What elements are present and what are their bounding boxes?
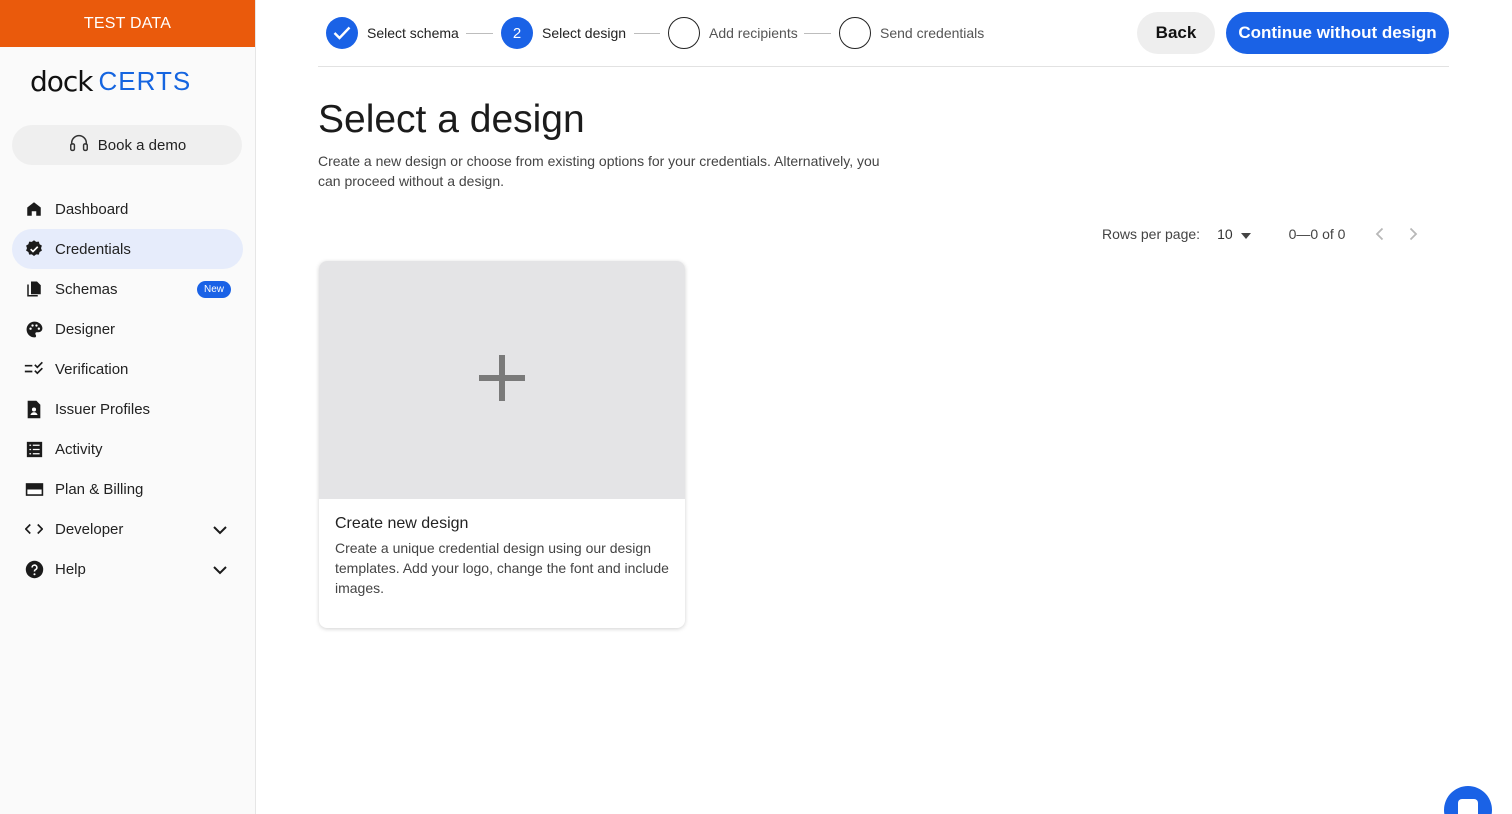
sidebar-item-credentials[interactable]: Credentials [12, 229, 243, 269]
page-title: Select a design [318, 98, 585, 141]
step-connector [466, 33, 493, 34]
sidebar-item-dashboard[interactable]: Dashboard [12, 189, 243, 229]
step-select-design[interactable]: 2 Select design [501, 17, 626, 49]
sidebar-item-label: Schemas [55, 280, 118, 298]
logo-certs-text: CERTS [98, 65, 192, 96]
page-subtitle: Create a new design or choose from exist… [318, 153, 880, 189]
sidebar-item-issuer-profiles[interactable]: Issuer Profiles [12, 389, 243, 429]
sidebar-item-label: Dashboard [55, 200, 129, 218]
back-button[interactable]: Back [1137, 12, 1215, 54]
create-new-design-card[interactable]: Create new design Create a unique creden… [319, 261, 685, 628]
sidebar-item-verification[interactable]: Verification [12, 349, 243, 389]
stepper-header: Select schema 2 Select design Add recipi… [318, 0, 1449, 67]
checklist-icon [24, 359, 44, 379]
help-icon [24, 559, 44, 579]
headset-icon [68, 132, 90, 158]
sidebar-nav: Dashboard Credentials Schemas New Design… [0, 189, 255, 589]
previous-page-icon[interactable] [1375, 227, 1384, 241]
rows-per-page-value: 10 [1217, 226, 1233, 242]
check-icon [326, 17, 358, 49]
step-label: Send credentials [880, 25, 985, 41]
chevron-down-icon[interactable] [213, 522, 227, 539]
caret-down-icon [1240, 226, 1251, 242]
list-icon [24, 439, 44, 459]
chat-button[interactable] [1444, 786, 1492, 814]
credit-card-icon [24, 479, 44, 499]
contact-document-icon [24, 399, 44, 419]
step-label: Select design [542, 25, 627, 41]
card-description: Create a unique credential design using … [335, 540, 669, 596]
step-number: 2 [501, 17, 533, 49]
step-label: Select schema [367, 25, 459, 41]
sidebar-item-label: Verification [55, 360, 129, 378]
step-send-credentials[interactable]: Send credentials [839, 17, 984, 49]
step-add-recipients[interactable]: Add recipients [668, 17, 798, 49]
dock-certs-logo[interactable]: dock CERTS [0, 47, 255, 115]
sidebar-item-activity[interactable]: Activity [12, 429, 243, 469]
sidebar-item-label: Credentials [55, 240, 131, 258]
chat-icon [1457, 798, 1479, 814]
sidebar-item-help[interactable]: Help [12, 549, 243, 589]
book-demo-label: Book a demo [97, 136, 187, 154]
empty-circle-icon [839, 17, 871, 49]
book-demo-button[interactable]: Book a demo [12, 125, 242, 165]
card-thumbnail [319, 261, 685, 499]
logo-dock-text: dock [30, 64, 94, 98]
documents-icon [24, 279, 44, 299]
plus-icon [477, 353, 527, 408]
sidebar-item-label: Activity [55, 440, 103, 458]
empty-circle-icon [668, 17, 700, 49]
sidebar: TEST DATA dock CERTS Book a demo Dashboa… [0, 0, 256, 814]
sidebar-item-label: Plan & Billing [55, 480, 144, 498]
sidebar-item-label: Designer [55, 320, 116, 338]
test-data-banner: TEST DATA [0, 0, 255, 47]
step-connector [804, 33, 831, 34]
sidebar-item-label: Developer [55, 520, 124, 538]
chevron-down-icon[interactable] [213, 562, 227, 579]
palette-icon [24, 319, 44, 339]
verified-badge-icon [24, 239, 44, 259]
sidebar-item-plan-billing[interactable]: Plan & Billing [12, 469, 243, 509]
code-icon [24, 519, 44, 539]
card-title: Create new design [335, 515, 469, 532]
rows-per-page-label: Rows per page: [1102, 226, 1201, 242]
sidebar-item-label: Help [55, 560, 86, 578]
sidebar-item-label: Issuer Profiles [55, 400, 151, 418]
sidebar-item-designer[interactable]: Designer [12, 309, 243, 349]
step-connector [634, 33, 660, 34]
new-badge: New [196, 281, 231, 298]
pagination-range: 0—0 of 0 [1288, 226, 1346, 242]
continue-without-design-button[interactable]: Continue without design [1226, 12, 1449, 54]
next-page-icon[interactable] [1409, 227, 1418, 241]
sidebar-item-developer[interactable]: Developer [12, 509, 243, 549]
rows-per-page-select[interactable]: 10 [1217, 226, 1251, 242]
home-icon [24, 199, 44, 219]
step-select-schema[interactable]: Select schema [326, 17, 459, 49]
pagination: Rows per page: 10 0—0 of 0 [1102, 226, 1418, 242]
step-label: Add recipients [709, 25, 798, 41]
sidebar-item-schemas[interactable]: Schemas New [12, 269, 243, 309]
